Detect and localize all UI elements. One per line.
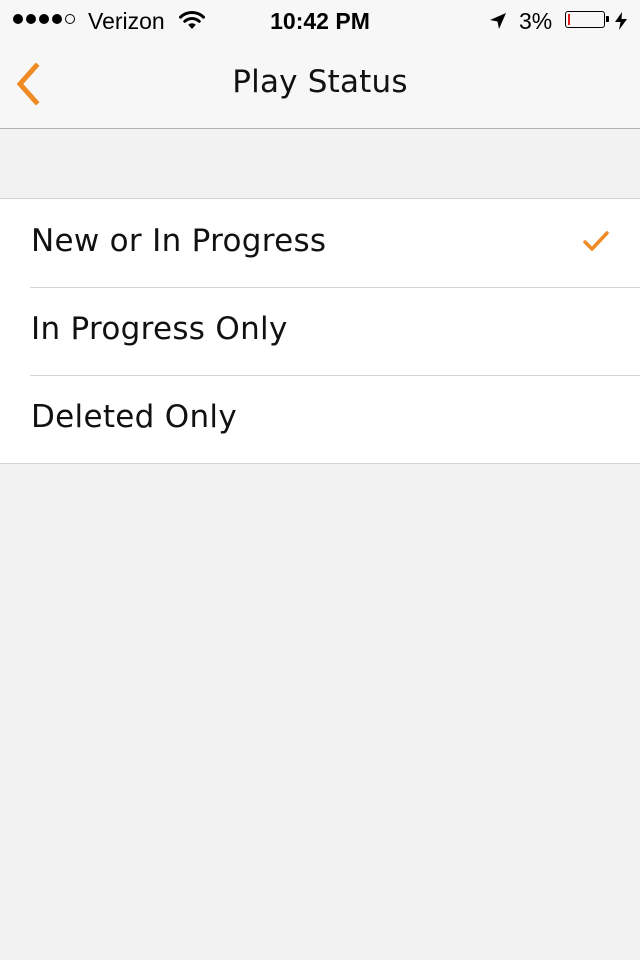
option-label: New or In Progress [31,223,327,259]
battery-percent: 3% [519,8,553,34]
option-label: In Progress Only [31,311,288,347]
option-new-or-in-progress[interactable]: New or In Progress [0,199,640,287]
option-in-progress-only[interactable]: In Progress Only [0,287,640,375]
charging-bolt-icon [614,10,628,37]
option-deleted-only[interactable]: Deleted Only [0,375,640,463]
battery-icon [565,11,609,28]
play-status-options-list: New or In Progress In Progress Only Dele… [0,198,640,464]
checkmark-icon [582,229,610,257]
option-label: Deleted Only [31,399,237,435]
battery-level [568,14,570,25]
status-bar: Verizon 10:42 PM 3% [0,0,640,40]
navigation-bar: Play Status [0,40,640,129]
page-title: Play Status [232,64,408,100]
location-arrow-icon [488,10,508,37]
